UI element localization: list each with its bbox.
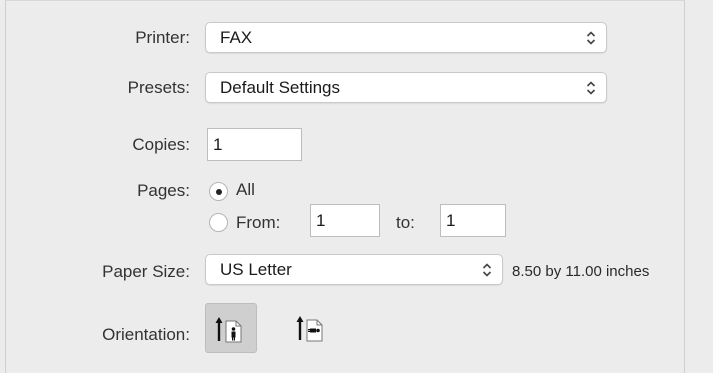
pages-all-label: All (236, 180, 255, 199)
pages-from-radio[interactable] (209, 213, 228, 232)
divider (5, 0, 685, 1)
pages-to-label: to: (396, 213, 415, 232)
pages-from-field[interactable]: 1 (310, 204, 380, 237)
pages-all-radio[interactable] (209, 182, 228, 201)
paper-size-popup[interactable]: US Letter (205, 254, 503, 285)
paper-size-value: US Letter (220, 260, 292, 279)
paper-dimensions: 8.50 by 11.00 inches (512, 263, 650, 280)
printer-popup[interactable]: FAX (205, 22, 607, 53)
presets-label: Presets: (127, 78, 190, 97)
copies-field[interactable]: 1 (207, 128, 302, 161)
printer-label: Printer: (135, 28, 190, 47)
landscape-orientation-icon (296, 316, 323, 342)
portrait-orientation-icon (215, 317, 242, 343)
pages-from-label: From: (236, 213, 281, 232)
chevron-updown-icon (586, 31, 596, 45)
paper-size-label: Paper Size: (102, 262, 190, 281)
copies-label: Copies: (132, 135, 190, 154)
presets-value: Default Settings (220, 78, 341, 97)
pages-to-field[interactable]: 1 (440, 204, 506, 237)
orientation-label: Orientation: (102, 325, 190, 344)
pages-label: Pages: (137, 181, 190, 200)
presets-popup[interactable]: Default Settings (205, 72, 607, 103)
orientation-landscape-button[interactable] (287, 303, 339, 353)
printer-value: FAX (220, 28, 253, 47)
chevron-updown-icon (586, 81, 596, 95)
orientation-portrait-button[interactable] (205, 303, 257, 353)
chevron-updown-icon (482, 263, 492, 277)
